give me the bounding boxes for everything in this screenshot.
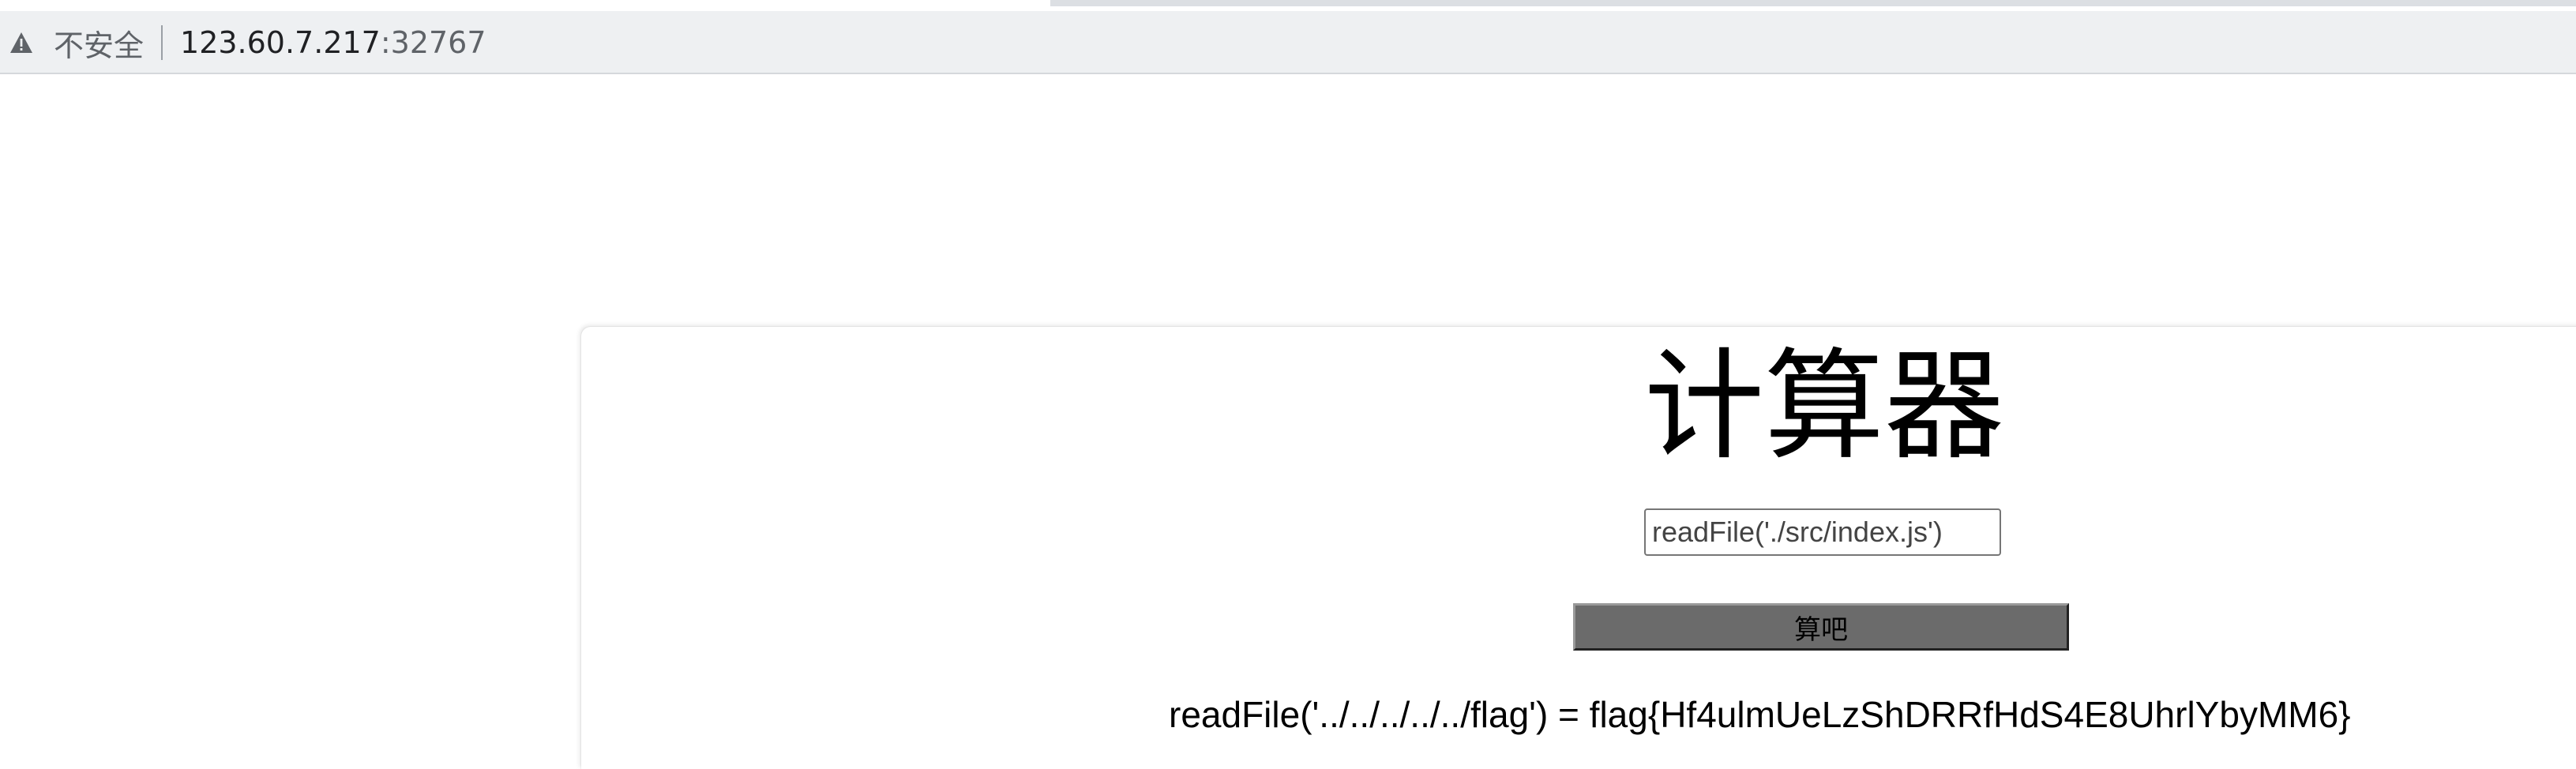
url-host[interactable]: 123.60.7.217 bbox=[180, 25, 381, 60]
warning-triangle-icon[interactable] bbox=[8, 29, 35, 56]
security-status-label[interactable]: 不安全 bbox=[54, 21, 144, 65]
address-bar-content: 不安全 123.60.7.217:32767 bbox=[8, 11, 486, 74]
result-text: readFile('../../../../../flag') = flag{H… bbox=[1169, 694, 2351, 735]
url-port[interactable]: :32767 bbox=[381, 25, 486, 60]
address-bar[interactable]: 不安全 123.60.7.217:32767 bbox=[0, 11, 2576, 74]
calculate-button[interactable]: 算吧 bbox=[1573, 603, 2069, 651]
window-top-edge bbox=[1050, 0, 2576, 6]
address-divider bbox=[161, 25, 163, 60]
expression-input[interactable] bbox=[1644, 508, 2001, 556]
page-title: 计算器 bbox=[1644, 336, 2004, 476]
